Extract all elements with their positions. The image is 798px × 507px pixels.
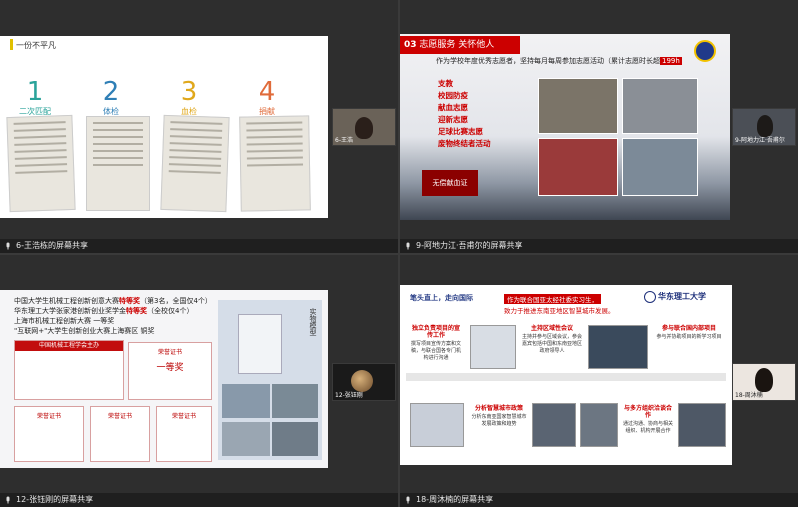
policy-image: [410, 403, 464, 447]
activity-photo: [622, 138, 698, 196]
model-photo: [272, 384, 318, 418]
timeline-bar: [406, 373, 726, 381]
role-tag: 作为联合国亚太经社委实习生，: [504, 294, 601, 304]
info-box: 主持区域性会议 主持并参与区域会议，参会嘉宾包括中国和东南亚地区政府领导人: [522, 325, 583, 354]
university-brand: 华东理工大学: [644, 289, 728, 305]
intro-text: 作为学校年度优秀志愿者，坚持每月每周参加志愿活动（累计志愿时长超 199h: [436, 57, 682, 65]
document-photo: [6, 114, 76, 213]
report-image: [470, 325, 516, 369]
share-footer: 12-张钰刚的屏幕共享: [0, 493, 398, 507]
title-accent: [10, 39, 13, 50]
screen-share-pane-3[interactable]: 中国大学生机械工程创新创意大赛特等奖（第3名，全国仅4个） 华东理工大学张家港创…: [0, 255, 398, 507]
step-number: 1: [26, 77, 44, 107]
share-footer: 9-阿地力江·吾甫尔的屏幕共享: [400, 239, 798, 253]
model-photo: [272, 422, 318, 456]
list-item: 校园防疫: [438, 91, 468, 100]
certificate: 荣誉证书: [90, 406, 150, 462]
side-caption: 实物模型: [309, 308, 317, 336]
participant-avatar: [355, 117, 373, 139]
step-1: 1 二次匹配: [0, 78, 70, 117]
activity-photo: [538, 78, 618, 134]
model-photo: [222, 384, 270, 418]
shared-slide: 中国大学生机械工程创新创意大赛特等奖（第3名，全国仅4个） 华东理工大学张家港创…: [0, 290, 328, 468]
certificate: 荣誉证书 一等奖: [128, 342, 212, 400]
model-photos: 实物模型: [218, 300, 322, 460]
event-image: [580, 403, 618, 447]
camera-label: 12-张钰刚: [335, 392, 363, 399]
participant-avatar: [757, 115, 773, 137]
certificate: 中国机械工程学会主办: [14, 340, 124, 400]
microphone-icon: [6, 496, 10, 504]
award-line: 华东理工大学张家港创新创业奖学金特等奖（全校仅4个）: [14, 307, 194, 315]
activity-photo: [538, 138, 618, 196]
participant-avatar: [755, 368, 773, 392]
participant-avatar: [351, 370, 373, 392]
section-banner: 03 志愿服务 关怀他人: [400, 36, 520, 54]
microphone-icon: [6, 242, 10, 250]
meeting-image: [588, 325, 648, 369]
shared-slide: 笔头直上，走向国际 作为联合国亚太经社委实习生， 致力于推进东南亚地区智慧城市发…: [400, 285, 732, 465]
microphone-icon: [406, 496, 410, 504]
role-desc: 致力于推进东南亚地区智慧城市发展。: [504, 307, 615, 315]
list-item: 献血志愿: [438, 103, 468, 112]
shared-slide: 03 志愿服务 关怀他人 作为学校年度优秀志愿者，坚持每月每周参加志愿活动（累计…: [400, 34, 730, 220]
share-owner-label: 12-张钰刚的屏幕共享: [16, 495, 94, 504]
share-owner-label: 9-阿地力江·吾甫尔的屏幕共享: [416, 241, 523, 250]
certificate: 荣誉证书: [14, 406, 84, 462]
microphone-icon: [406, 242, 410, 250]
certificate: 荣誉证书: [156, 406, 212, 462]
video-conference-grid: 一份不平凡 1 二次匹配 2 体检 3 血检 4 捐献 6-王浩 6-王浩栋的屏…: [0, 0, 798, 507]
step-number: 4: [258, 77, 276, 107]
document-photo: [239, 115, 311, 212]
participant-camera[interactable]: 12-张钰刚: [332, 363, 396, 401]
slide-heading: 笔头直上，走向国际: [410, 294, 473, 302]
horizontal-divider: [0, 253, 798, 255]
share-footer: 18-周沐楠的屏幕共享: [400, 493, 798, 507]
activity-photo: [622, 78, 698, 134]
list-item: 废物终结者活动: [438, 139, 491, 148]
share-footer: 6-王浩栋的屏幕共享: [0, 239, 398, 253]
document-photo: [86, 116, 150, 211]
document-photo: [160, 114, 230, 213]
step-number: 2: [102, 77, 120, 107]
participant-camera[interactable]: 18-周沐楠: [732, 363, 796, 401]
info-box: 与多方组织洽谈合作 通过沟通、协商与相关组织、机构开展合作: [622, 405, 673, 434]
list-item: 支教: [438, 79, 453, 88]
list-item: 迎新志愿: [438, 115, 468, 124]
school-logo: [694, 40, 716, 62]
university-seal-icon: [644, 290, 656, 303]
model-render: [238, 314, 282, 374]
share-owner-label: 18-周沐楠的屏幕共享: [416, 495, 494, 504]
screen-share-pane-4[interactable]: 笔头直上，走向国际 作为联合国亚太经社委实习生， 致力于推进东南亚地区智慧城市发…: [400, 255, 798, 507]
participant-camera[interactable]: 6-王浩: [332, 108, 396, 146]
screen-share-pane-1[interactable]: 一份不平凡 1 二次匹配 2 体检 3 血检 4 捐献 6-王浩 6-王浩栋的屏…: [0, 0, 398, 253]
camera-label: 9-阿地力江·吾甫尔: [735, 137, 785, 144]
call-grid-image: [678, 403, 726, 447]
award-line: "互联网+"大学生创新创业大赛上海赛区 铜奖: [14, 327, 155, 335]
shared-slide: 一份不平凡 1 二次匹配 2 体检 3 血检 4 捐献: [0, 36, 328, 218]
blood-donation-certificate: 无偿献血证: [422, 170, 478, 196]
step-4: 4 捐献: [232, 78, 302, 117]
award-line: 中国大学生机械工程创新创意大赛特等奖（第3名，全国仅4个）: [14, 297, 212, 305]
model-photo: [222, 422, 270, 456]
info-box: 独立负责项目的宣传工作 撰写项目宣传方案和文稿，与联合国各专门机构进行沟通: [410, 325, 461, 361]
info-box: 参与联合国内部项目 参与并协助项目的新学习项目: [656, 325, 722, 340]
info-box: 分析智慧城市政策 分析东南亚国家智慧城市发展政策和趋势: [471, 405, 527, 427]
camera-label: 6-王浩: [335, 137, 353, 144]
share-owner-label: 6-王浩栋的屏幕共享: [16, 241, 88, 250]
participant-camera[interactable]: 9-阿地力江·吾甫尔: [732, 108, 796, 146]
slide-title: 一份不平凡: [16, 41, 56, 50]
award-line: 上海市机械工程创新大赛 一等奖: [14, 317, 115, 325]
activity-list: 支教 校园防疫 献血志愿 迎新志愿 足球比赛志愿 废物终结者活动: [438, 78, 491, 150]
list-item: 足球比赛志愿: [438, 127, 483, 136]
camera-label: 18-周沐楠: [735, 392, 763, 399]
screen-share-pane-2[interactable]: 03 志愿服务 关怀他人 作为学校年度优秀志愿者，坚持每月每周参加志愿活动（累计…: [400, 0, 798, 253]
event-image: [532, 403, 576, 447]
step-3: 3 血检: [154, 78, 224, 117]
step-number: 3: [180, 77, 198, 107]
step-2: 2 体检: [76, 78, 146, 117]
